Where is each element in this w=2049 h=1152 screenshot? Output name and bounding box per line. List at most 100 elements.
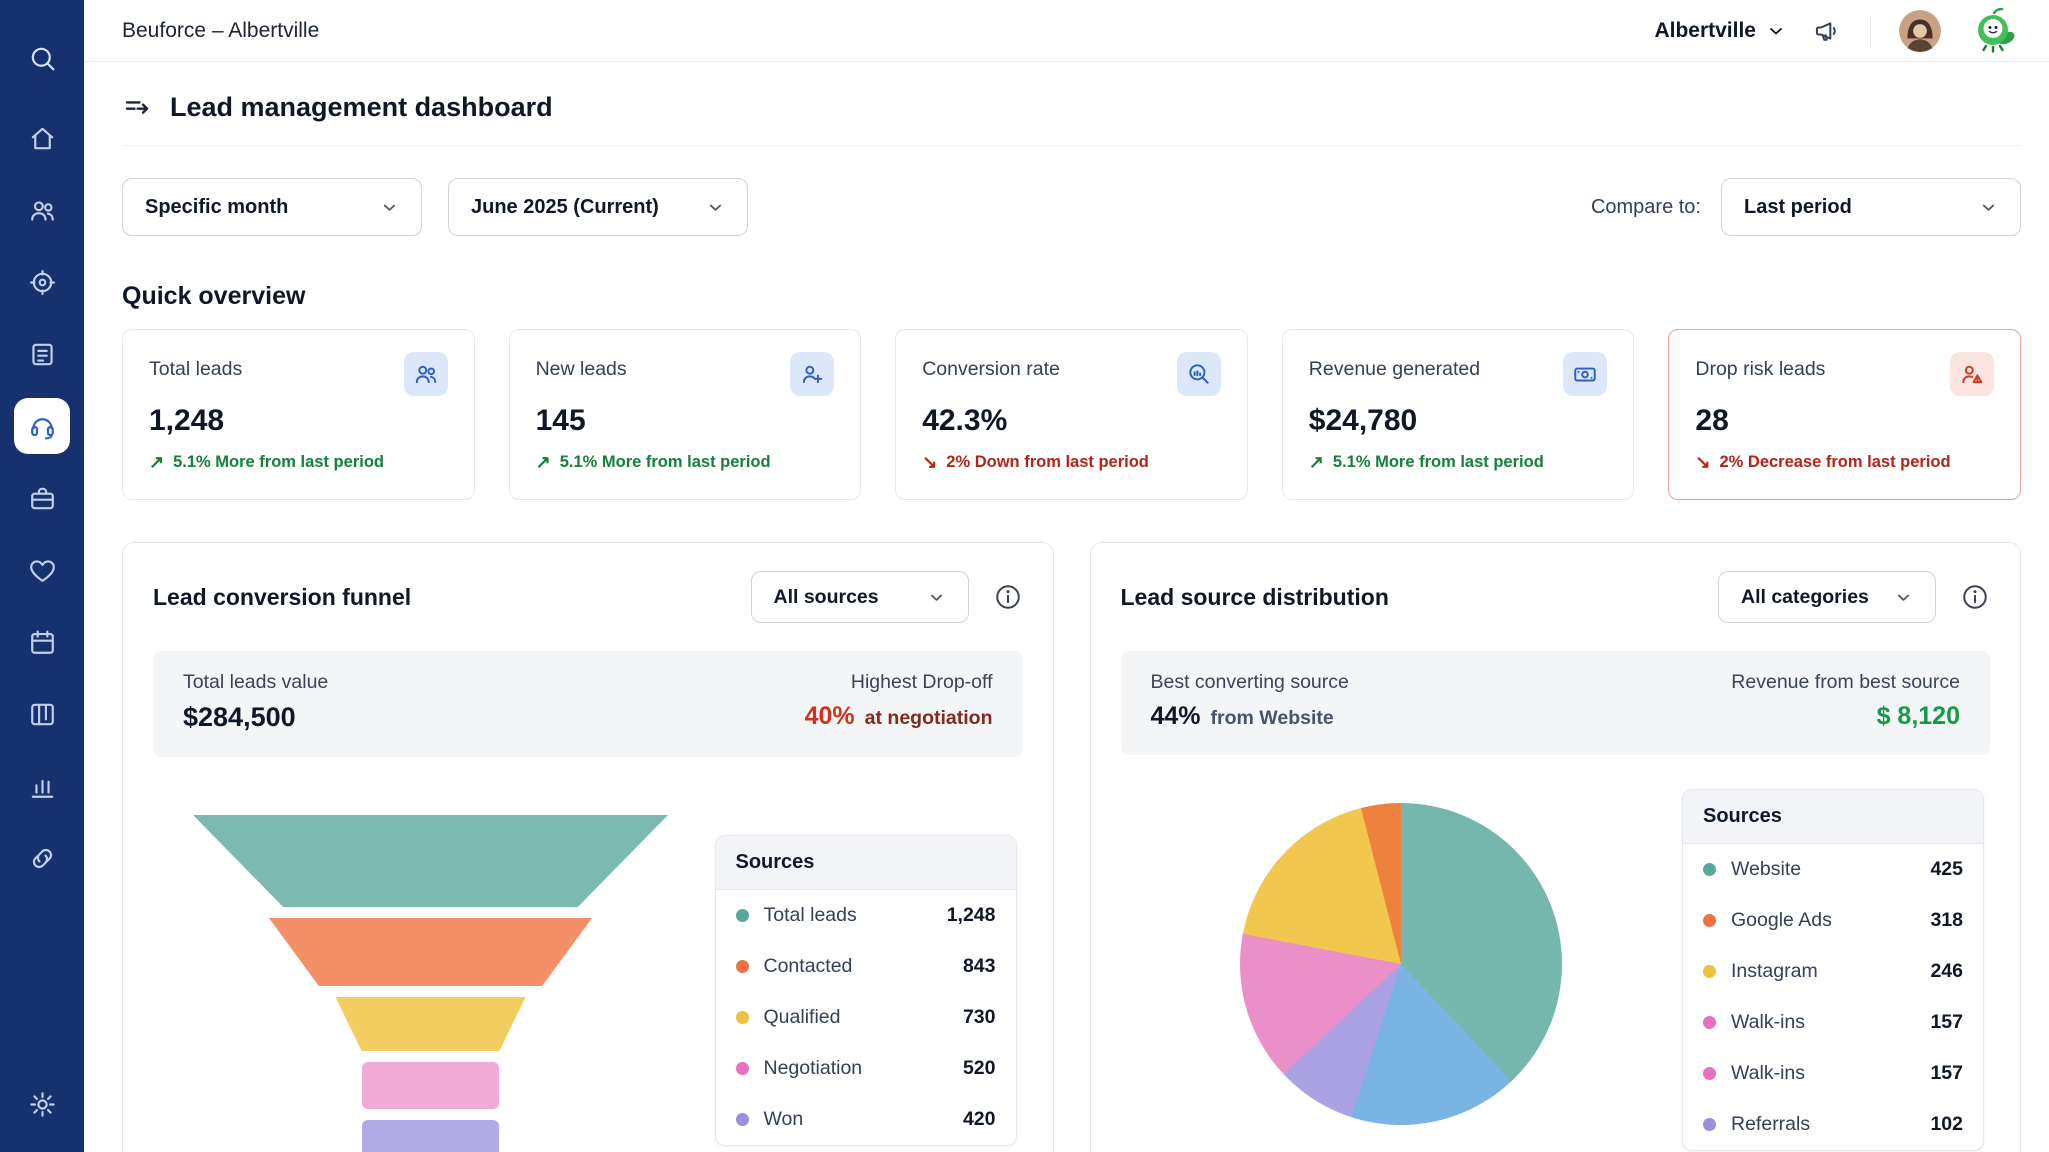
legend-label: Qualified xyxy=(764,1006,841,1029)
stat-card-total-leads: Total leads1,248↗5.1% More from last per… xyxy=(122,329,475,500)
sidebar-item-calendar[interactable] xyxy=(14,614,70,670)
source-panel: Lead source distribution All categories … xyxy=(1090,542,2022,1152)
funnel-panel-head: Lead conversion funnel All sources xyxy=(153,571,1023,623)
stat-card-revenue-generated: Revenue generated$24,780↗5.1% More from … xyxy=(1282,329,1635,500)
trend-text: 5.1% More from last period xyxy=(1333,453,1544,472)
users-icon xyxy=(404,352,448,396)
compare-dropdown[interactable]: Last period xyxy=(1721,178,2021,236)
legend-value: 520 xyxy=(963,1057,996,1080)
sidebar-item-heart[interactable] xyxy=(14,542,70,598)
sidebar-item-briefcase[interactable] xyxy=(14,470,70,526)
funnel-summary-right-label: Highest Drop-off xyxy=(805,671,993,694)
funnel-panel: Lead conversion funnel All sources Total… xyxy=(122,542,1054,1152)
source-panel-title: Lead source distribution xyxy=(1121,584,1389,611)
legend-label: Walk-ins xyxy=(1731,1011,1805,1034)
info-icon[interactable] xyxy=(1960,582,1990,612)
period-type-value: Specific month xyxy=(145,196,288,219)
collapse-panel-icon[interactable] xyxy=(122,93,152,123)
best-source-value: 44% xyxy=(1151,702,1201,731)
legend-value: 843 xyxy=(963,955,996,978)
legend-dot xyxy=(1703,1016,1716,1029)
stat-value: 28 xyxy=(1695,404,1994,438)
funnel-stage-won xyxy=(362,1120,500,1152)
legend-row: Won 420 xyxy=(716,1094,1016,1145)
search-icon[interactable] xyxy=(14,30,70,86)
megaphone-icon[interactable] xyxy=(1814,17,1842,45)
funnel-summary: Total leads value $284,500 Highest Drop-… xyxy=(153,651,1023,757)
stat-card-drop-risk-leads: Drop risk leads28↘2% Decrease from last … xyxy=(1668,329,2021,500)
sidebar-item-people[interactable] xyxy=(14,182,70,238)
legend-value: 420 xyxy=(963,1108,996,1131)
stat-trend: ↘2% Down from last period xyxy=(922,452,1221,473)
funnel-stage-contacted xyxy=(193,918,668,986)
chevron-down-icon xyxy=(706,198,725,217)
dropoff-stage: at negotiation xyxy=(865,707,993,730)
legend-row: Walk-ins157 xyxy=(1683,1048,1983,1099)
funnel-chart xyxy=(193,815,668,1152)
stat-card-new-leads: New leads145↗5.1% More from last period xyxy=(509,329,862,500)
legend-label: Google Ads xyxy=(1731,909,1832,932)
pie-chart xyxy=(1240,803,1562,1125)
main-area: Beuforce – Albertville Albertville xyxy=(84,0,2049,1152)
source-legend: Sources Website425Google Ads318Instagram… xyxy=(1682,789,1984,1151)
source-category-dropdown[interactable]: All categories xyxy=(1718,571,1936,623)
user-plus-icon xyxy=(790,352,834,396)
funnel-source-dropdown[interactable]: All sources xyxy=(751,571,969,623)
sidebar-item-home[interactable] xyxy=(14,110,70,166)
funnel-legend-title: Sources xyxy=(716,836,1016,890)
app-title: Beuforce – Albertville xyxy=(122,19,319,43)
filters-bar: Specific month June 2025 (Current) Compa… xyxy=(122,178,2021,236)
sidebar-item-link[interactable] xyxy=(14,830,70,886)
legend-label: Referrals xyxy=(1731,1113,1810,1136)
sidebar-item-board[interactable] xyxy=(14,686,70,742)
legend-dot xyxy=(736,1113,749,1126)
stat-trend: ↗ 5.1% More from last period xyxy=(1309,452,1608,473)
stat-card-conversion-rate: Conversion rate42.3%↘2% Down from last p… xyxy=(895,329,1248,500)
funnel-panel-title: Lead conversion funnel xyxy=(153,584,411,611)
stat-value: 42.3% xyxy=(922,404,1221,438)
legend-row: Walk-ins157 xyxy=(1683,997,1983,1048)
sidebar xyxy=(0,0,84,1152)
info-icon[interactable] xyxy=(993,582,1023,612)
legend-row: Referrals 102 xyxy=(1683,1099,1983,1150)
legend-label: Total leads xyxy=(764,904,857,927)
stat-label: New leads xyxy=(536,352,627,381)
sidebar-item-target[interactable] xyxy=(14,254,70,310)
funnel-stage-total-leads xyxy=(193,815,668,907)
sidebar-item-analytics[interactable] xyxy=(14,758,70,814)
risk-user-icon xyxy=(1950,352,1994,396)
trend-text: 5.1% More from last period xyxy=(560,453,771,472)
period-type-dropdown[interactable]: Specific month xyxy=(122,178,422,236)
user-avatar[interactable] xyxy=(1899,10,1941,52)
chevron-down-icon xyxy=(1979,198,1998,217)
mascot-logo-icon[interactable] xyxy=(1969,8,2019,54)
chevron-down-icon xyxy=(927,588,946,607)
trend-arrow-icon: ↗ xyxy=(149,452,164,473)
gear-icon[interactable] xyxy=(14,1076,70,1132)
stat-trend: ↘2% Decrease from last period xyxy=(1695,452,1994,473)
legend-dot xyxy=(736,909,749,922)
legend-row: Negotiation520 xyxy=(716,1043,1016,1094)
stat-trend: ↗5.1% More from last period xyxy=(536,452,835,473)
page-content: Lead management dashboard Specific month… xyxy=(84,62,2049,1152)
source-summary: Best converting source 44% from Website … xyxy=(1121,651,1991,755)
legend-dot xyxy=(736,960,749,973)
sidebar-item-support[interactable] xyxy=(14,398,70,454)
panels: Lead conversion funnel All sources Total… xyxy=(122,542,2021,1152)
legend-label: Won xyxy=(764,1108,804,1131)
legend-value: 102 xyxy=(1930,1113,1963,1136)
legend-value: 730 xyxy=(963,1006,996,1029)
trend-arrow-icon: ↘ xyxy=(922,452,937,473)
legend-row: Total leads1,248 xyxy=(716,890,1016,941)
trend-text: 5.1% More from last period xyxy=(173,453,384,472)
stat-value: $24,780 xyxy=(1309,404,1608,438)
trend-arrow-icon: ↘ xyxy=(1695,452,1710,473)
month-dropdown[interactable]: June 2025 (Current) xyxy=(448,178,748,236)
chevron-down-icon xyxy=(1894,588,1913,607)
dropoff-value: 40% xyxy=(805,702,855,731)
location-selector[interactable]: Albertville xyxy=(1654,19,1786,43)
stat-label: Total leads xyxy=(149,352,242,381)
trend-arrow-icon: ↗ xyxy=(1309,452,1324,473)
location-label: Albertville xyxy=(1654,19,1756,43)
sidebar-item-notes[interactable] xyxy=(14,326,70,382)
